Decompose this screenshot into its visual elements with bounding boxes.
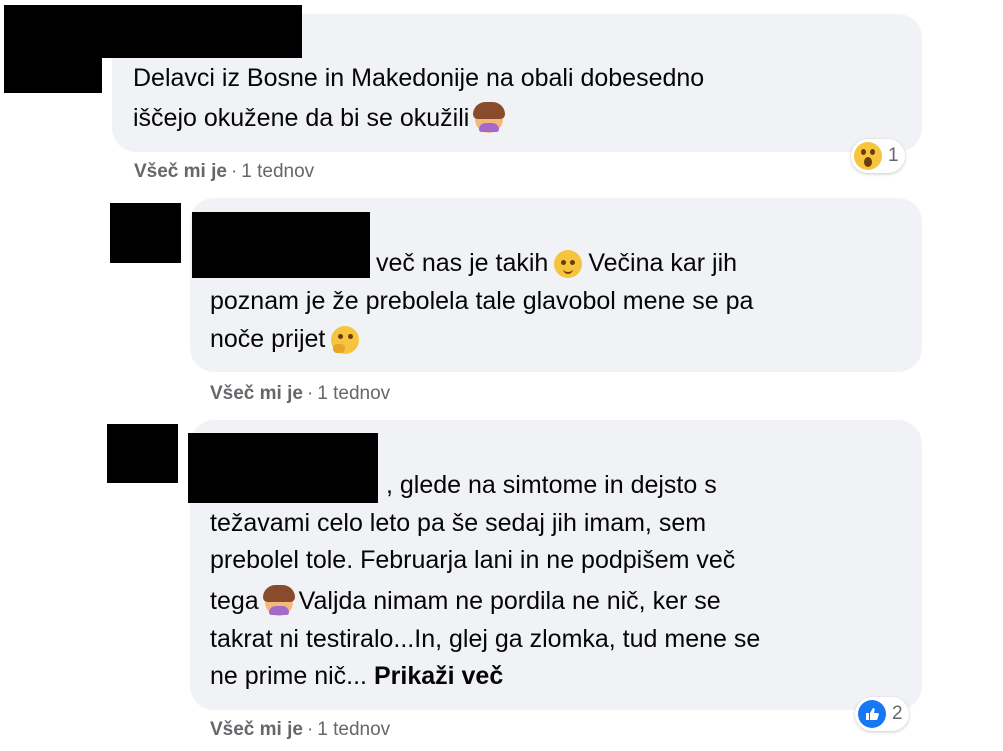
comment-text-line: noče prijet bbox=[210, 321, 365, 358]
comment-text-line: več nas je takih Večina kar jih bbox=[376, 245, 737, 282]
redacted-author-name bbox=[188, 433, 378, 503]
separator-dot: · bbox=[230, 161, 238, 182]
redacted-avatar bbox=[110, 203, 181, 263]
timestamp[interactable]: 1 tednov bbox=[317, 719, 390, 740]
reaction-count[interactable]: 2 bbox=[855, 697, 909, 731]
woman-facepalming-emoji bbox=[262, 585, 295, 617]
like-link[interactable]: Všeč mi je bbox=[210, 719, 303, 740]
like-link[interactable]: Všeč mi je bbox=[134, 161, 227, 182]
comment-meta: Všeč mi je · 1 tednov bbox=[134, 160, 314, 184]
comment-text-line: prebolel tole. Februarja lani in ne podp… bbox=[210, 546, 736, 574]
like-reaction-icon bbox=[858, 700, 886, 728]
comment-text-line: iščejo okužene da bi se okužili bbox=[133, 100, 509, 137]
comment-text-line: takrat ni testiralo...In, glej ga zlomka… bbox=[210, 625, 761, 653]
comment-text-line: ne prime nič... Prikaži več bbox=[210, 658, 503, 695]
comment-text-line: , glede na simtome in dejsto s bbox=[386, 471, 717, 499]
comment-meta: Všeč mi je · 1 tednov bbox=[210, 382, 390, 406]
timestamp[interactable]: 1 tednov bbox=[241, 161, 314, 182]
comment-text-line: poznam je že prebolela tale glavobol men… bbox=[210, 287, 754, 315]
comment-text-line: tega Valjda nimam ne pordila ne nič, ker … bbox=[210, 583, 721, 620]
redacted-author-name bbox=[192, 212, 370, 278]
comment-text: noče prijet bbox=[210, 325, 326, 353]
thinking-face-emoji bbox=[331, 326, 360, 355]
see-more-link[interactable]: Prikaži več bbox=[374, 662, 503, 690]
comment-meta: Všeč mi je · 1 tednov bbox=[210, 718, 390, 742]
redacted-avatar bbox=[107, 424, 178, 483]
like-link[interactable]: Všeč mi je bbox=[210, 383, 303, 404]
comment-text: iščejo okužene da bi se okužili bbox=[133, 104, 470, 132]
reaction-count-number: 2 bbox=[892, 703, 903, 724]
comment-text-line: Delavci iz Bosne in Makedonije na obali … bbox=[133, 64, 705, 92]
separator-dot: · bbox=[306, 719, 314, 740]
redacted-author-name bbox=[4, 5, 302, 58]
comment-text: tega bbox=[210, 587, 259, 615]
winking-face-emoji bbox=[554, 250, 583, 279]
comment-text: Večina kar jih bbox=[588, 249, 738, 277]
woman-facepalming-emoji bbox=[473, 102, 506, 134]
comment-text: ne prime nič... bbox=[210, 662, 368, 690]
comment-text-line: težavami celo leto pa še sedaj jih imam,… bbox=[210, 509, 707, 537]
thumbs-up-icon bbox=[866, 708, 879, 720]
separator-dot: · bbox=[306, 383, 314, 404]
timestamp[interactable]: 1 tednov bbox=[317, 383, 390, 404]
comment-text: več nas je takih bbox=[376, 249, 549, 277]
reaction-count[interactable]: 1 bbox=[851, 139, 905, 173]
comment-text: Valjda nimam ne pordila ne nič, ker se bbox=[298, 587, 721, 615]
wow-reaction-icon bbox=[854, 142, 882, 170]
reaction-count-number: 1 bbox=[888, 145, 899, 166]
